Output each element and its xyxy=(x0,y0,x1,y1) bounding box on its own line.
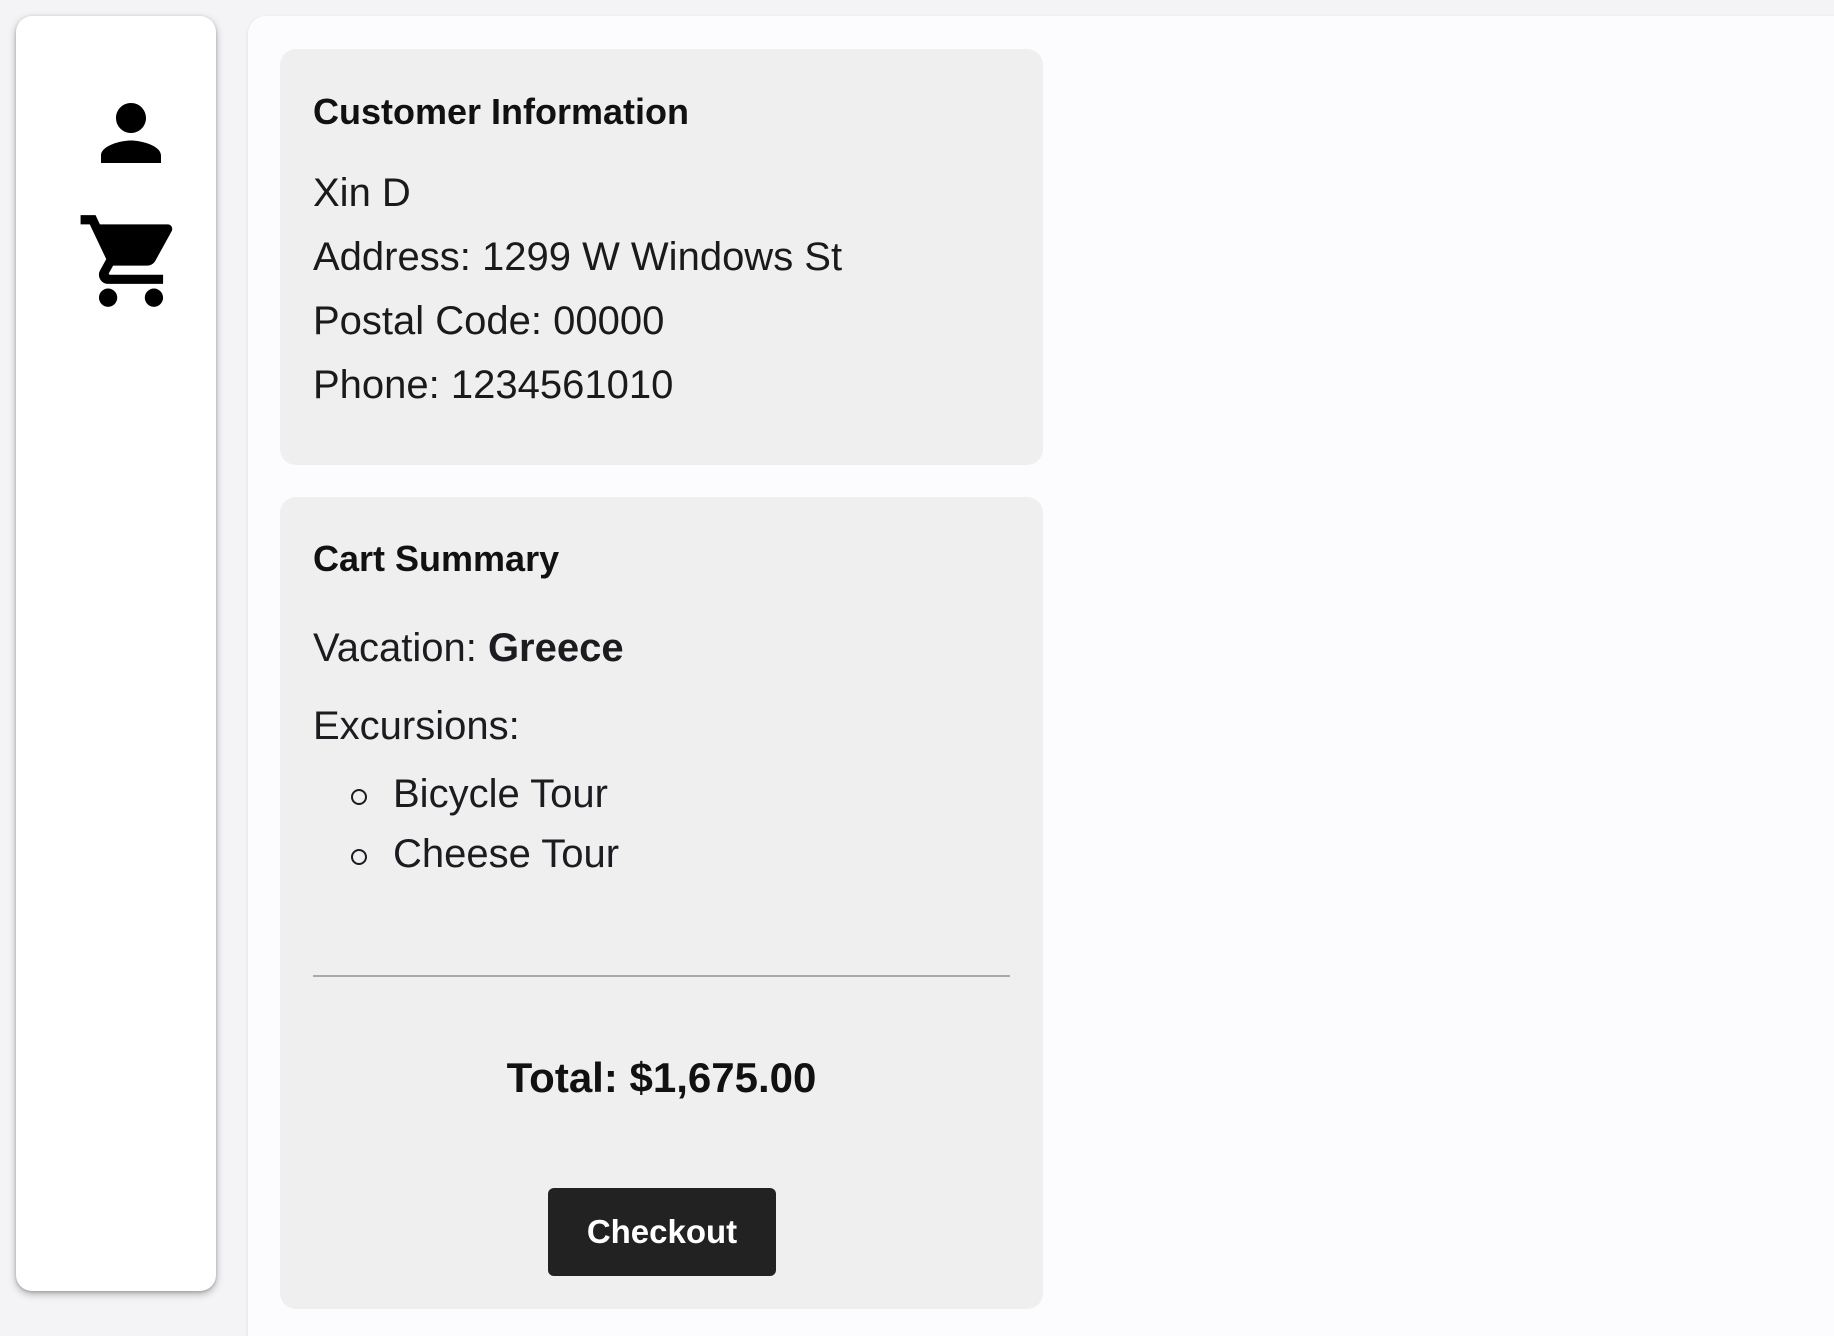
person-icon[interactable] xyxy=(86,88,176,178)
vacation-name: Greece xyxy=(487,626,624,670)
main-content: Customer Information Xin D Address: 1299… xyxy=(248,16,1834,1336)
cart-summary-card: Cart Summary Vacation: Greece Excursions… xyxy=(280,497,1043,1309)
shopping-cart-icon[interactable] xyxy=(76,206,186,316)
customer-postal-code: Postal Code: 00000 xyxy=(313,299,665,343)
cart-summary-title: Cart Summary xyxy=(313,538,560,579)
excursion-list: Bicycle Tour Cheese Tour xyxy=(313,764,1010,884)
sidebar-nav xyxy=(16,16,216,1291)
customer-information-card: Customer Information Xin D Address: 1299… xyxy=(280,49,1043,465)
excursions-label: Excursions: xyxy=(313,704,520,748)
customer-phone: Phone: 1234561010 xyxy=(313,363,674,407)
vacation-line: Vacation: Greece xyxy=(313,624,1010,672)
cart-total: Total: $1,675.00 xyxy=(506,1054,817,1101)
divider xyxy=(313,975,1010,977)
excursion-item: Bicycle Tour xyxy=(351,764,1010,824)
customer-information-title: Customer Information xyxy=(313,91,690,132)
excursion-item: Cheese Tour xyxy=(351,824,1010,884)
customer-details: Xin D Address: 1299 W Windows St Postal … xyxy=(313,161,1010,417)
customer-address: Address: 1299 W Windows St xyxy=(313,235,843,279)
customer-name: Xin D xyxy=(313,171,411,215)
checkout-button[interactable]: Checkout xyxy=(548,1188,776,1276)
vacation-label: Vacation: xyxy=(313,626,477,670)
